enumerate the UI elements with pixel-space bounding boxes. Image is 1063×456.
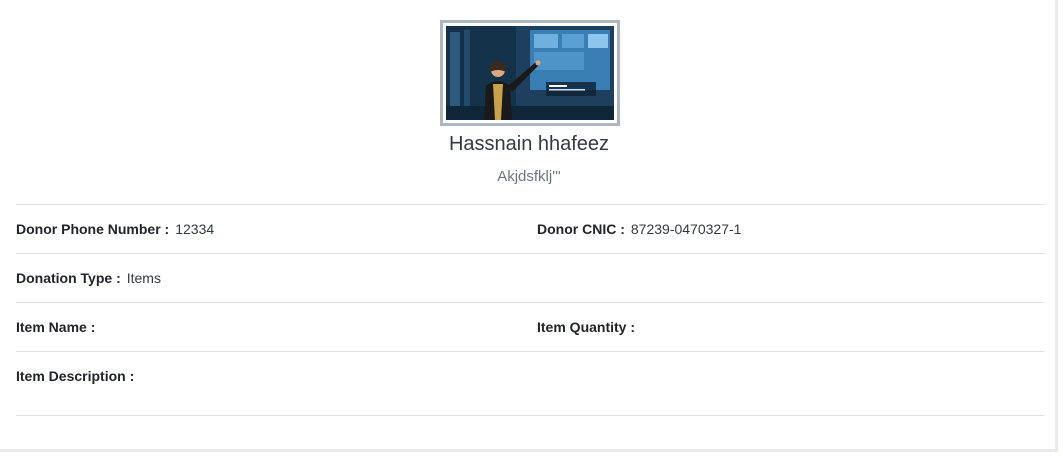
phone-value: 12334 xyxy=(175,221,215,237)
donor-name: Hassnain hhafeez xyxy=(448,133,610,155)
donation-type-label: Donation Type : xyxy=(16,270,121,286)
details-row-donation-type: Donation Type : Items xyxy=(16,253,1044,302)
item-description-field: Item Description : xyxy=(16,352,140,400)
details-row-contact: Donor Phone Number : 12334 Donor CNIC : 87… xyxy=(16,204,1044,253)
donor-profile-header: Hassnain hhafeez Akjdsfklj''' xyxy=(0,0,1058,204)
details-row-description: Item Description : xyxy=(16,351,1044,416)
donor-photo xyxy=(446,26,614,120)
item-quantity-label: Item Quantity : xyxy=(537,319,636,335)
cnic-label: Donor CNIC : xyxy=(537,221,625,237)
presenter-photo-icon xyxy=(446,26,614,120)
cnic-value: 87239-0470327-1 xyxy=(630,221,742,237)
item-name-field: Item Name : xyxy=(16,303,101,351)
phone-label: Donor Phone Number : xyxy=(16,221,170,237)
phone-field: Donor Phone Number : 12334 xyxy=(16,205,214,253)
details-row-item: Item Name : Item Quantity : xyxy=(16,302,1044,351)
donor-subtitle: Akjdsfklj''' xyxy=(497,168,561,185)
item-name-label: Item Name : xyxy=(16,319,96,335)
donor-details-card: Hassnain hhafeez Akjdsfklj''' Donor Phon… xyxy=(0,0,1058,452)
item-quantity-field: Item Quantity : xyxy=(537,303,641,351)
cnic-field: Donor CNIC : 87239-0470327-1 xyxy=(537,205,741,253)
item-description-label: Item Description : xyxy=(16,368,135,384)
donation-type-value: Items xyxy=(126,270,161,286)
donor-photo-frame xyxy=(440,20,620,126)
donation-type-field: Donation Type : Items xyxy=(16,254,161,302)
